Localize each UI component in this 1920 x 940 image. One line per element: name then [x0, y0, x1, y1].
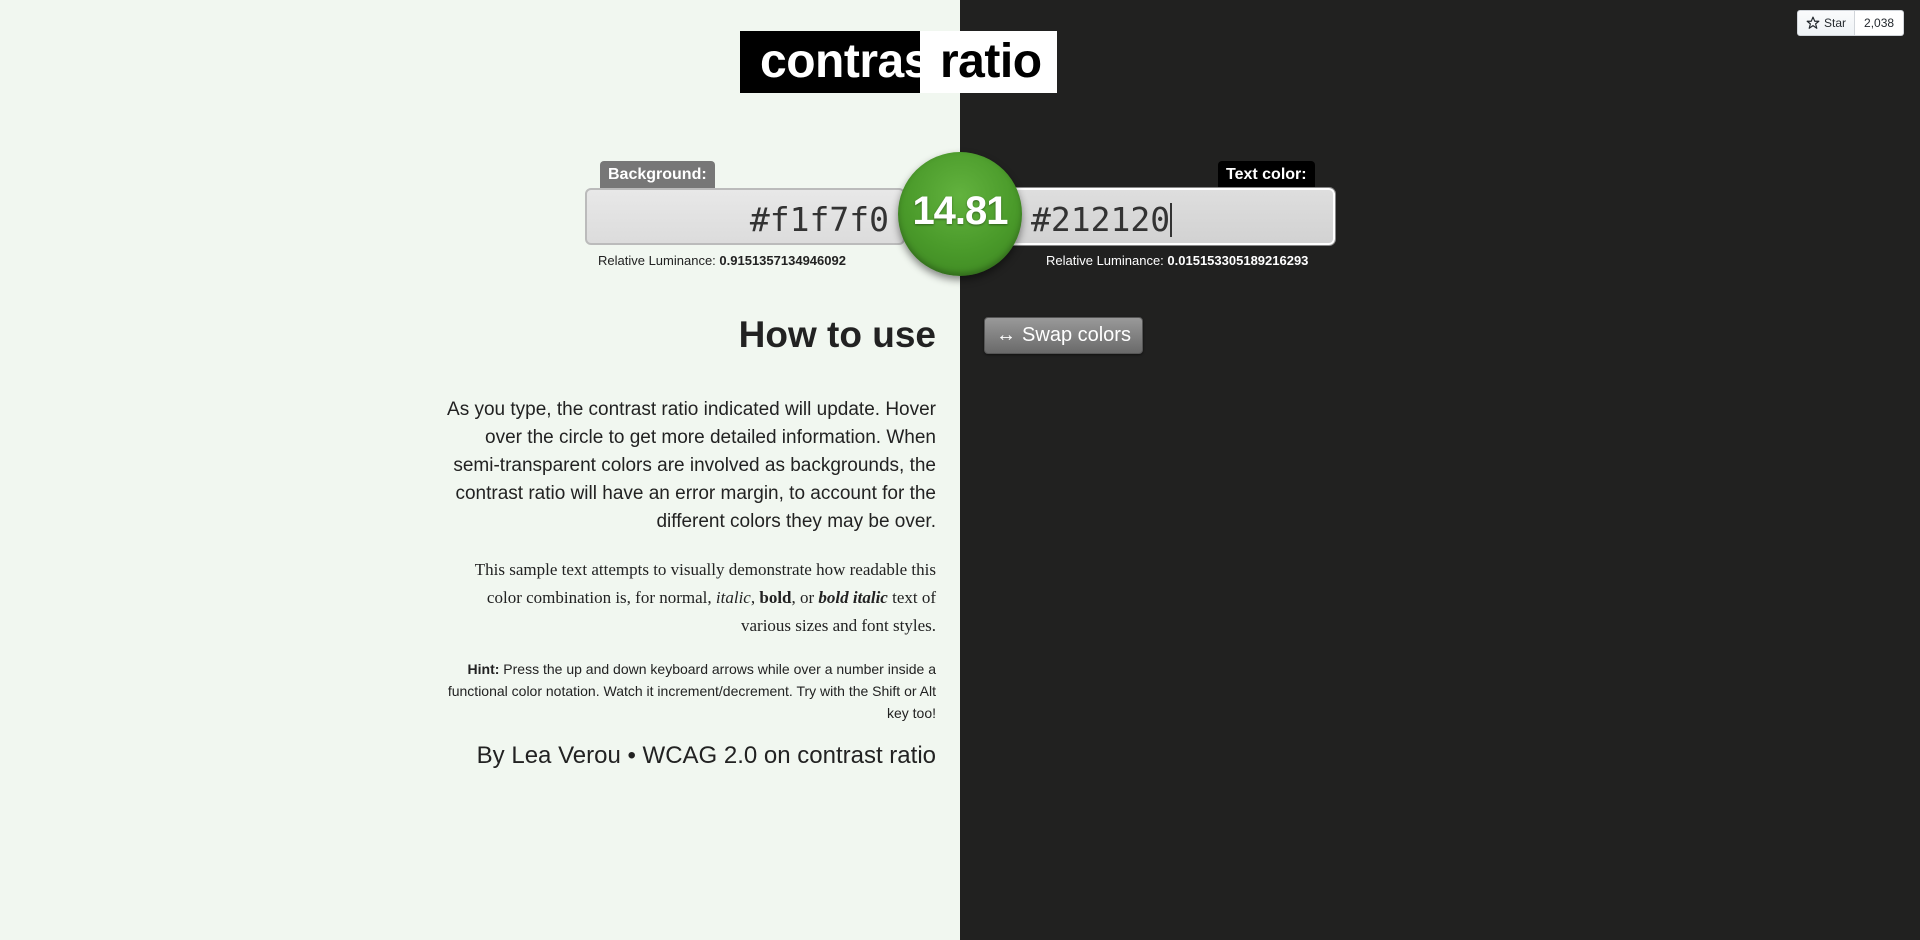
- credits-separator: •: [620, 742, 643, 769]
- credits: By Lea Verou • WCAG 2.0 on contrast rati…: [440, 740, 936, 772]
- contrast-ratio-circle[interactable]: 14.81: [898, 152, 1022, 276]
- github-star-button[interactable]: Star: [1797, 10, 1856, 36]
- swap-colors-button[interactable]: ↔ Swap colors: [984, 317, 1143, 354]
- background-luminance: Relative Luminance: 0.9151357134946092: [598, 253, 846, 268]
- sample-italic: italic: [715, 588, 751, 607]
- hint-body: Press the up and down keyboard arrows wh…: [447, 661, 936, 721]
- logo-ratio: ratio: [920, 31, 1057, 93]
- text-color-value: #212120: [1031, 200, 1171, 239]
- text-color-luminance-label: Relative Luminance:: [1046, 253, 1164, 268]
- sample-bold: bold: [759, 588, 792, 607]
- star-icon: [1806, 16, 1820, 29]
- github-star-count[interactable]: 2,038: [1855, 10, 1905, 36]
- sample-text-part: , or: [791, 588, 819, 607]
- text-cursor: [1170, 203, 1173, 237]
- background-label: Background:: [600, 161, 715, 189]
- wcag-link[interactable]: WCAG 2.0 on contrast ratio: [643, 742, 936, 769]
- app-logo: contrast ratio: [740, 31, 1057, 93]
- background-luminance-label: Relative Luminance:: [598, 253, 716, 268]
- credits-by: By: [476, 742, 512, 769]
- background-luminance-value: 0.9151357134946092: [719, 253, 846, 268]
- logo-contrast: contrast: [740, 31, 946, 93]
- swap-arrows-icon: ↔: [996, 324, 1017, 346]
- hint-label: Hint:: [467, 661, 500, 677]
- text-color-luminance: Relative Luminance: 0.015153305189216293: [1046, 253, 1308, 268]
- how-to-use-paragraph: As you type, the contrast ratio indicate…: [447, 399, 936, 532]
- text-color-input[interactable]: #212120: [1005, 188, 1335, 245]
- github-star-label: Star: [1824, 16, 1847, 30]
- background-color-value: #f1f7f0: [749, 200, 889, 239]
- text-color-preview-pane: [960, 0, 1920, 940]
- sample-text: This sample text attempts to visually de…: [440, 556, 936, 640]
- how-to-use-heading: How to use: [738, 314, 936, 355]
- background-color-input[interactable]: #f1f7f0: [585, 188, 905, 245]
- github-star-widget: Star 2,038: [1797, 10, 1905, 36]
- contrast-ratio-value: 14.81: [912, 188, 1008, 233]
- sample-bold-italic: bold italic: [818, 588, 888, 607]
- text-color-label: Text color:: [1218, 161, 1315, 189]
- text-color-luminance-value: 0.015153305189216293: [1167, 253, 1309, 268]
- swap-colors-label: Swap colors: [1022, 324, 1131, 346]
- author-link[interactable]: Lea Verou: [511, 742, 620, 769]
- hint-text: Hint: Press the up and down keyboard arr…: [440, 658, 936, 724]
